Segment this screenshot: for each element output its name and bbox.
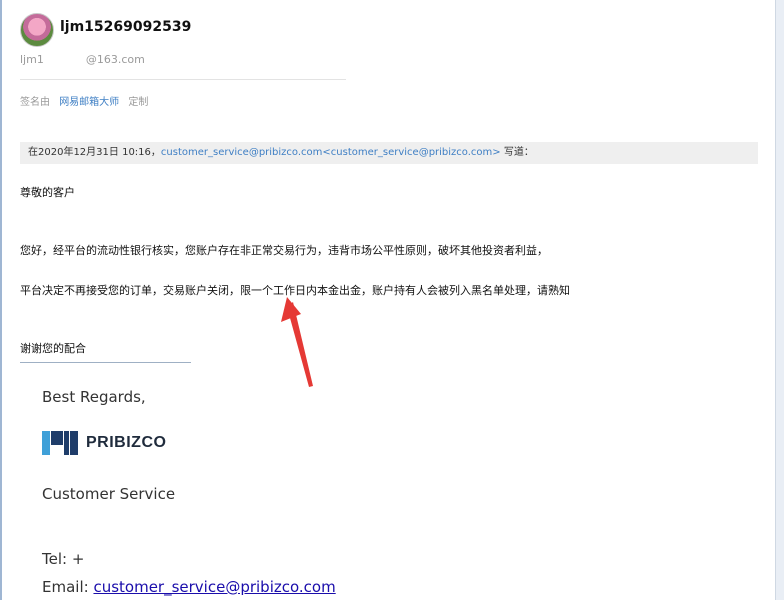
service-text: Customer Service <box>42 485 176 503</box>
tel-label: Tel: + <box>42 550 85 568</box>
tel-line: Tel: + <box>42 550 155 568</box>
regards-text: Best Regards, <box>42 388 146 406</box>
footer-email-line: Email: customer_service@pribizco.com <box>42 578 336 596</box>
company-logo: PRIBIZCO <box>42 431 166 455</box>
logo-text: PRIBIZCO <box>86 434 167 451</box>
footer-email-link[interactable]: customer_service@pribizco.com <box>93 578 335 596</box>
red-arrow-annotation <box>281 297 313 387</box>
tel-redaction <box>84 552 155 567</box>
logo-mark-icon <box>42 431 80 455</box>
footer-email-label: Email: <box>42 578 94 596</box>
